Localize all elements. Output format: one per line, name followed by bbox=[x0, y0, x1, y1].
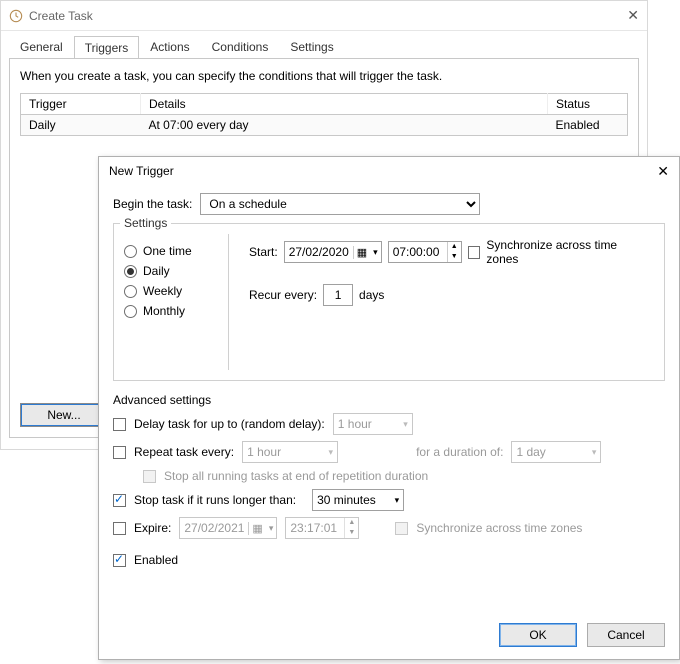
tab-actions[interactable]: Actions bbox=[139, 35, 200, 58]
duration-label: for a duration of: bbox=[416, 445, 503, 459]
recur-every-label: Recur every: bbox=[249, 288, 317, 302]
calendar-icon: ▦ bbox=[353, 246, 370, 259]
expire-checkbox[interactable] bbox=[113, 522, 126, 535]
close-icon[interactable]: ✕ bbox=[627, 7, 639, 24]
spin-up-icon: ▲ bbox=[345, 518, 358, 528]
sync-timezones-checkbox[interactable] bbox=[468, 246, 481, 259]
cell-details: At 07:00 every day bbox=[141, 115, 548, 136]
ok-button[interactable]: OK bbox=[499, 623, 577, 647]
spin-down-icon[interactable]: ▼ bbox=[448, 252, 461, 262]
duration-select: 1 day▾ bbox=[511, 441, 601, 463]
start-time-spinner[interactable]: 07:00:00 ▲▼ bbox=[388, 241, 462, 263]
delay-label: Delay task for up to (random delay): bbox=[134, 417, 325, 431]
chevron-down-icon: ▾ bbox=[403, 419, 408, 430]
cell-status: Enabled bbox=[548, 115, 628, 136]
recur-every-input[interactable] bbox=[323, 284, 353, 306]
triggers-description: When you create a task, you can specify … bbox=[20, 69, 628, 83]
radio-weekly[interactable]: Weekly bbox=[124, 284, 214, 298]
recurrence-group: One time Daily Weekly Monthly bbox=[124, 234, 214, 370]
stop-if-label: Stop task if it runs longer than: bbox=[134, 493, 296, 507]
start-date-picker[interactable]: 27/02/2020 ▦ ▾ bbox=[284, 241, 382, 263]
chevron-down-icon: ▾ bbox=[370, 247, 381, 258]
repeat-checkbox[interactable] bbox=[113, 446, 126, 459]
tab-conditions[interactable]: Conditions bbox=[201, 35, 280, 58]
enabled-label: Enabled bbox=[134, 553, 178, 567]
create-task-titlebar: Create Task ✕ bbox=[1, 1, 647, 31]
close-icon[interactable]: ✕ bbox=[657, 163, 669, 180]
expire-time-spinner: 23:17:01 ▲▼ bbox=[285, 517, 359, 539]
begin-task-select[interactable]: On a schedule bbox=[200, 193, 480, 215]
cell-trigger: Daily bbox=[21, 115, 141, 136]
triggers-table: Trigger Details Status Daily At 07:00 ev… bbox=[20, 93, 628, 136]
tab-general[interactable]: General bbox=[9, 35, 74, 58]
settings-fieldset: Settings One time Daily Weekly Monthly S… bbox=[113, 223, 665, 381]
radio-onetime[interactable]: One time bbox=[124, 244, 214, 258]
enabled-checkbox[interactable] bbox=[113, 554, 126, 567]
expire-date-picker: 27/02/2021 ▦ ▾ bbox=[179, 517, 277, 539]
radio-monthly[interactable]: Monthly bbox=[124, 304, 214, 318]
stop-all-label: Stop all running tasks at end of repetit… bbox=[164, 469, 428, 483]
new-trigger-button[interactable]: New... bbox=[20, 403, 108, 427]
repeat-label: Repeat task every: bbox=[134, 445, 234, 459]
stop-all-checkbox bbox=[143, 470, 156, 483]
tab-strip: General Triggers Actions Conditions Sett… bbox=[1, 31, 647, 58]
expire-sync-label: Synchronize across time zones bbox=[416, 521, 582, 535]
tab-settings[interactable]: Settings bbox=[279, 35, 344, 58]
delay-select: 1 hour▾ bbox=[333, 413, 413, 435]
radio-daily[interactable]: Daily bbox=[124, 264, 214, 278]
delay-checkbox[interactable] bbox=[113, 418, 126, 431]
chevron-down-icon: ▾ bbox=[395, 495, 400, 506]
cancel-button[interactable]: Cancel bbox=[587, 623, 665, 647]
new-trigger-dialog: New Trigger ✕ Begin the task: On a sched… bbox=[98, 156, 680, 660]
dialog-title: New Trigger bbox=[109, 164, 174, 178]
repeat-select: 1 hour▾ bbox=[242, 441, 338, 463]
expire-label: Expire: bbox=[134, 521, 171, 535]
spin-down-icon: ▼ bbox=[345, 528, 358, 538]
col-details[interactable]: Details bbox=[141, 94, 548, 115]
settings-legend: Settings bbox=[120, 216, 171, 230]
stop-if-select[interactable]: 30 minutes▾ bbox=[312, 489, 404, 511]
begin-task-label: Begin the task: bbox=[113, 197, 192, 211]
calendar-icon: ▦ bbox=[248, 522, 265, 535]
stop-if-checkbox[interactable] bbox=[113, 494, 126, 507]
sync-timezones-label: Synchronize across time zones bbox=[486, 238, 648, 266]
new-trigger-titlebar: New Trigger ✕ bbox=[99, 157, 679, 185]
chevron-down-icon: ▾ bbox=[592, 447, 597, 458]
create-task-title: Create Task bbox=[29, 9, 93, 23]
tab-triggers[interactable]: Triggers bbox=[74, 36, 140, 59]
start-label: Start: bbox=[249, 245, 278, 259]
expire-sync-checkbox bbox=[395, 522, 408, 535]
col-trigger[interactable]: Trigger bbox=[21, 94, 141, 115]
days-label: days bbox=[359, 288, 384, 302]
col-status[interactable]: Status bbox=[548, 94, 628, 115]
chevron-down-icon: ▾ bbox=[266, 523, 277, 534]
chevron-down-icon: ▾ bbox=[329, 447, 334, 458]
clock-icon bbox=[9, 9, 23, 23]
advanced-settings-label: Advanced settings bbox=[113, 393, 665, 407]
spin-up-icon[interactable]: ▲ bbox=[448, 242, 461, 252]
table-row[interactable]: Daily At 07:00 every day Enabled bbox=[21, 115, 628, 136]
